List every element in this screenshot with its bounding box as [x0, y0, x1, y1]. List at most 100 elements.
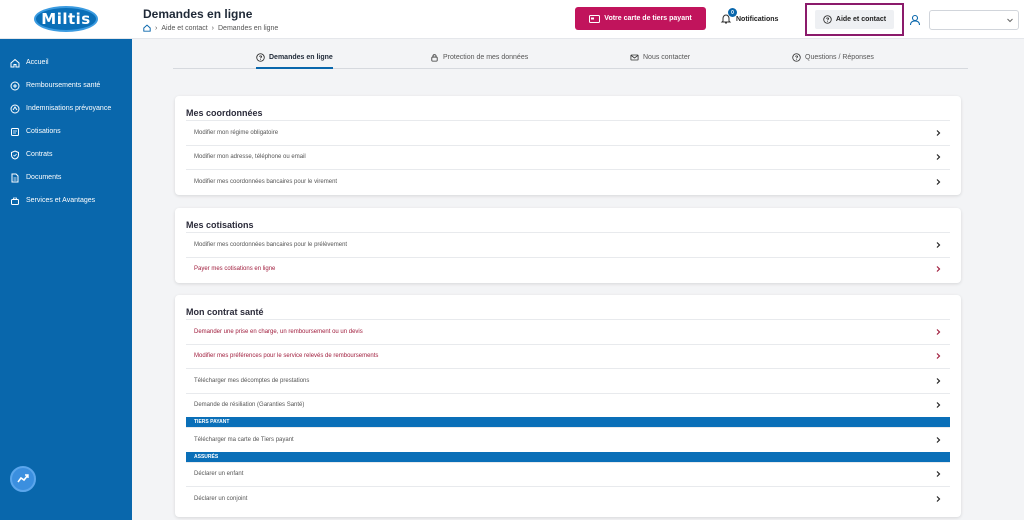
- chevron-right-icon: [936, 353, 941, 360]
- tab-questions-reponses[interactable]: Questions / Réponses: [792, 53, 874, 62]
- card-coordonnees: Mes coordonnées Modifier mon régime obli…: [175, 96, 961, 195]
- sidebar-nav: Accueil Remboursements santé Indemnisati…: [0, 39, 132, 212]
- list-item-label: Modifier mes coordonnées bancaires pour …: [194, 178, 338, 185]
- card-title: Mes cotisations: [186, 220, 254, 230]
- breadcrumb-item: Demandes en ligne: [218, 24, 279, 32]
- refund-icon: [10, 81, 20, 91]
- compensation-icon: [10, 104, 20, 114]
- list-item[interactable]: Modifier mes coordonnées bancaires pour …: [186, 232, 950, 257]
- chevron-right-icon: [936, 129, 941, 136]
- list-item-label: Déclarer un conjoint: [194, 495, 248, 502]
- sidebar-item-label: Documents: [26, 174, 62, 181]
- list-item[interactable]: Modifier mes coordonnées bancaires pour …: [186, 169, 950, 194]
- chat-button[interactable]: [10, 466, 36, 492]
- sidebar-item-label: Accueil: [26, 59, 49, 66]
- chevron-right-icon: [936, 328, 941, 335]
- tab-label: Protection de mes données: [443, 54, 529, 61]
- list-item-label: Payer mes cotisations en ligne: [194, 266, 276, 273]
- tiers-payant-card-label: Votre carte de tiers payant: [604, 15, 692, 22]
- help-contact-label: Aide et contact: [835, 16, 887, 23]
- card-title: Mon contrat santé: [186, 307, 264, 317]
- sidebar-item-label: Indemnisations prévoyance: [26, 105, 112, 112]
- question-icon: [823, 15, 832, 24]
- help-contact-button-highlight: Aide et contact: [805, 3, 904, 36]
- tab-label: Questions / Réponses: [805, 54, 874, 61]
- list-item-label: Modifier mon régime obligatoire: [194, 129, 279, 136]
- list-item-label: Modifier mon adresse, téléphone ou email: [194, 154, 306, 161]
- sidebar: Miltis Accueil Remboursements santé Inde…: [0, 0, 132, 520]
- document-icon: [10, 173, 20, 183]
- list-item[interactable]: Demande de résiliation (Garanties Santé): [186, 392, 950, 418]
- list-item-label: Demande de résiliation (Garanties Santé): [194, 402, 305, 409]
- list-item[interactable]: Modifier mon régime obligatoire: [186, 120, 950, 145]
- list-item[interactable]: Déclarer un enfant: [186, 461, 950, 487]
- help-contact-button[interactable]: Aide et contact: [814, 10, 895, 29]
- contribution-icon: [10, 127, 20, 137]
- list-item[interactable]: Payer mes cotisations en ligne: [186, 256, 950, 282]
- card-contrat-sante: Mon contrat santé Demander une prise en …: [175, 295, 961, 517]
- chevron-right-icon: [936, 495, 941, 502]
- list-item[interactable]: Déclarer un conjoint: [186, 486, 950, 511]
- tab-nous-contacter[interactable]: Nous contacter: [630, 53, 690, 62]
- sidebar-item-label: Contrats: [26, 151, 53, 158]
- brand-logo[interactable]: Miltis: [34, 6, 98, 32]
- page-title: Demandes en ligne: [143, 7, 253, 21]
- sidebar-item-indemnisations[interactable]: Indemnisations prévoyance: [0, 97, 132, 120]
- sidebar-item-label: Services et Avantages: [26, 197, 96, 204]
- breadcrumb-separator: ›: [155, 24, 158, 32]
- notifications-button[interactable]: 0 Notifications: [720, 8, 779, 29]
- chat-icon: [17, 474, 29, 483]
- list-item-label: Télécharger ma carte de Tiers payant: [194, 436, 294, 443]
- list-item[interactable]: Modifier mes préférences pour le service…: [186, 343, 950, 369]
- card-icon: [589, 14, 601, 23]
- tab-demandes-en-ligne[interactable]: Demandes en ligne: [256, 53, 333, 69]
- sidebar-item-cotisations[interactable]: Cotisations: [0, 120, 132, 143]
- list-item-label: Modifier mes coordonnées bancaires pour …: [194, 241, 348, 248]
- tab-label: Nous contacter: [643, 54, 691, 61]
- chevron-right-icon: [936, 436, 941, 443]
- sidebar-item-contrats[interactable]: Contrats: [0, 143, 132, 166]
- section-band-assures: ASSURÉS: [186, 451, 950, 462]
- chevron-right-icon: [936, 178, 941, 185]
- user-select[interactable]: [929, 10, 1019, 30]
- sidebar-item-services[interactable]: Services et Avantages: [0, 189, 132, 212]
- list-item-label: Déclarer un enfant: [194, 471, 244, 478]
- sidebar-item-remboursements[interactable]: Remboursements santé: [0, 74, 132, 97]
- user-menu: [909, 10, 1020, 30]
- chevron-right-icon: [936, 402, 941, 409]
- home-icon[interactable]: [143, 24, 151, 32]
- breadcrumb: › Aide et contact › Demandes en ligne: [143, 24, 278, 32]
- list-item[interactable]: Télécharger mes décomptes de prestations: [186, 368, 950, 393]
- notifications-label: Notifications: [736, 15, 779, 23]
- breadcrumb-item[interactable]: Aide et contact: [161, 25, 207, 32]
- mail-icon: [630, 54, 639, 61]
- top-header: Demandes en ligne › Aide et contact › De…: [132, 0, 1024, 39]
- list-item-label: Modifier mes préférences pour le service…: [194, 353, 379, 360]
- logo-area: Miltis: [0, 0, 132, 39]
- sidebar-item-documents[interactable]: Documents: [0, 166, 132, 189]
- chevron-right-icon: [936, 471, 941, 478]
- list-item-label: Télécharger mes décomptes de prestations: [194, 377, 310, 384]
- chevron-right-icon: [936, 241, 941, 248]
- bell-icon: 0: [720, 8, 737, 25]
- shield-icon: [10, 149, 20, 160]
- help-tabs: Demandes en ligne Protection de mes donn…: [173, 49, 968, 69]
- list-item[interactable]: Modifier mon adresse, téléphone ou email: [186, 144, 950, 170]
- tab-protection-donnees[interactable]: Protection de mes données: [430, 53, 528, 62]
- list-item[interactable]: Télécharger ma carte de Tiers payant: [186, 427, 950, 452]
- breadcrumb-separator: ›: [211, 24, 214, 32]
- user-icon[interactable]: [909, 14, 921, 26]
- list-item[interactable]: Demander une prise en charge, un rembour…: [186, 319, 950, 344]
- sidebar-item-accueil[interactable]: Accueil: [0, 51, 132, 74]
- chevron-right-icon: [936, 154, 941, 161]
- list-item-label: Demander une prise en charge, un rembour…: [194, 328, 363, 335]
- card-cotisations: Mes cotisations Modifier mes coordonnées…: [175, 208, 961, 283]
- sidebar-item-label: Remboursements santé: [26, 82, 101, 89]
- tiers-payant-card-button[interactable]: Votre carte de tiers payant: [575, 7, 706, 30]
- chevron-right-icon: [936, 266, 941, 273]
- question-icon: [256, 53, 265, 62]
- section-band-tiers-payant: TIERS PAYANT: [186, 417, 950, 427]
- chevron-down-icon: [1007, 18, 1013, 23]
- home-icon: [10, 58, 20, 68]
- notification-count-badge: 0: [728, 8, 737, 17]
